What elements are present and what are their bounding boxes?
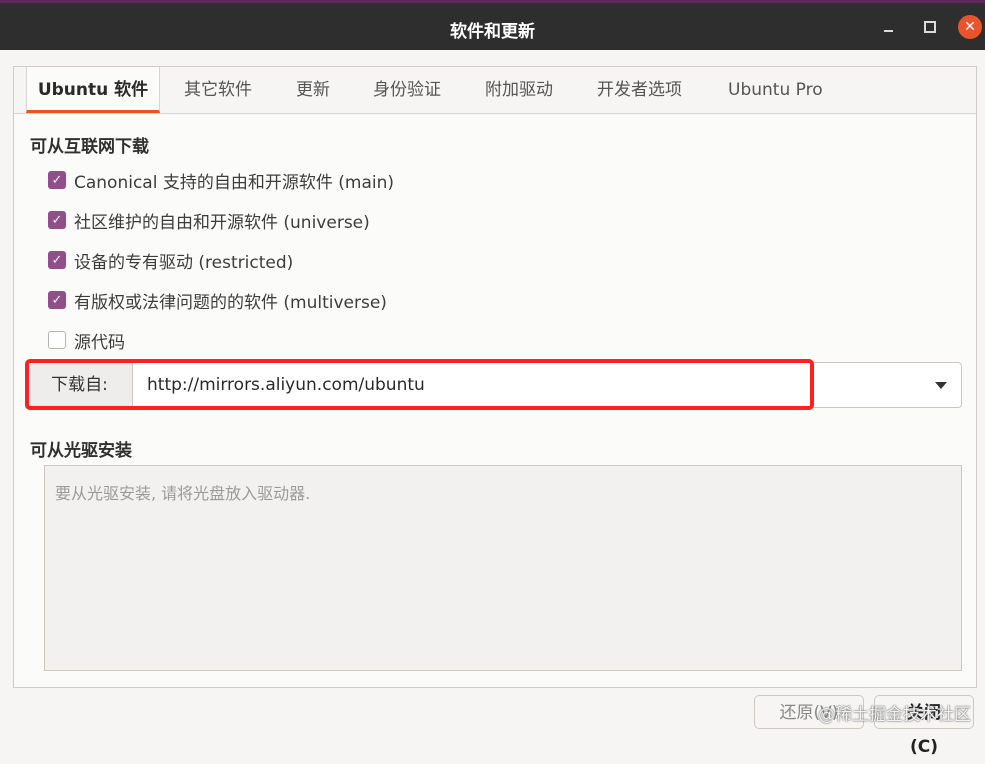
tab-additional-drivers[interactable]: 附加驱动 bbox=[485, 67, 553, 113]
watermark: @稀土掘金技术社区 bbox=[818, 705, 971, 725]
checkbox-checked-icon[interactable]: ✓ bbox=[48, 211, 66, 229]
close-window-button[interactable]: ✕ bbox=[958, 15, 982, 39]
internet-section-heading: 可从互联网下载 bbox=[30, 137, 149, 157]
checkbox-unchecked-icon[interactable] bbox=[48, 331, 66, 349]
minimize-icon bbox=[883, 30, 893, 32]
tab-bar: Ubuntu 软件 其它软件 更新 身份验证 附加驱动 开发者选项 Ubuntu… bbox=[14, 67, 976, 114]
checkbox-label: 源代码 bbox=[74, 332, 125, 353]
download-server-combo[interactable]: 下载自: http://mirrors.aliyun.com/ubuntu bbox=[26, 362, 962, 408]
download-server-value[interactable]: http://mirrors.aliyun.com/ubuntu bbox=[147, 363, 425, 407]
checkbox-checked-icon[interactable]: ✓ bbox=[48, 171, 66, 189]
cdrom-section-heading: 可从光驱安装 bbox=[30, 441, 132, 461]
checkbox-label: 社区维护的自由和开源软件 (universe) bbox=[74, 212, 370, 233]
checkbox-checked-icon[interactable]: ✓ bbox=[48, 251, 66, 269]
checkbox-label: 有版权或法律问题的的软件 (multiverse) bbox=[74, 292, 387, 313]
checkbox-restricted[interactable]: ✓ 设备的专有驱动 (restricted) bbox=[48, 247, 293, 273]
checkbox-main[interactable]: ✓ Canonical 支持的自由和开源软件 (main) bbox=[48, 167, 394, 193]
cdrom-placeholder: 要从光驱安装, 请将光盘放入驱动器. bbox=[55, 484, 311, 503]
checkbox-universe[interactable]: ✓ 社区维护的自由和开源软件 (universe) bbox=[48, 207, 370, 233]
download-from-label: 下载自: bbox=[27, 363, 133, 407]
tab-other-software[interactable]: 其它软件 bbox=[184, 67, 252, 113]
checkbox-multiverse[interactable]: ✓ 有版权或法律问题的的软件 (multiverse) bbox=[48, 287, 387, 313]
window-title: 软件和更新 bbox=[450, 22, 535, 42]
minimize-button[interactable] bbox=[877, 16, 899, 38]
title-bar: 软件和更新 ✕ bbox=[0, 0, 985, 50]
checkbox-label: Canonical 支持的自由和开源软件 (main) bbox=[74, 172, 394, 193]
maximize-button[interactable] bbox=[919, 16, 941, 38]
maximize-icon bbox=[924, 21, 936, 33]
checkbox-label: 设备的专有驱动 (restricted) bbox=[74, 252, 294, 273]
dropdown-arrow-icon[interactable] bbox=[935, 382, 947, 389]
close-icon: ✕ bbox=[964, 19, 976, 35]
checkbox-source-code[interactable]: 源代码 bbox=[48, 327, 125, 353]
tab-developer-options[interactable]: 开发者选项 bbox=[597, 67, 682, 113]
checkbox-checked-icon[interactable]: ✓ bbox=[48, 291, 66, 309]
tab-updates[interactable]: 更新 bbox=[296, 67, 330, 113]
tab-authentication[interactable]: 身份验证 bbox=[373, 67, 441, 113]
tab-ubuntu-software[interactable]: Ubuntu 软件 bbox=[26, 67, 160, 113]
tab-ubuntu-pro[interactable]: Ubuntu Pro bbox=[728, 67, 823, 113]
cdrom-list[interactable]: 要从光驱安装, 请将光盘放入驱动器. bbox=[44, 465, 962, 671]
